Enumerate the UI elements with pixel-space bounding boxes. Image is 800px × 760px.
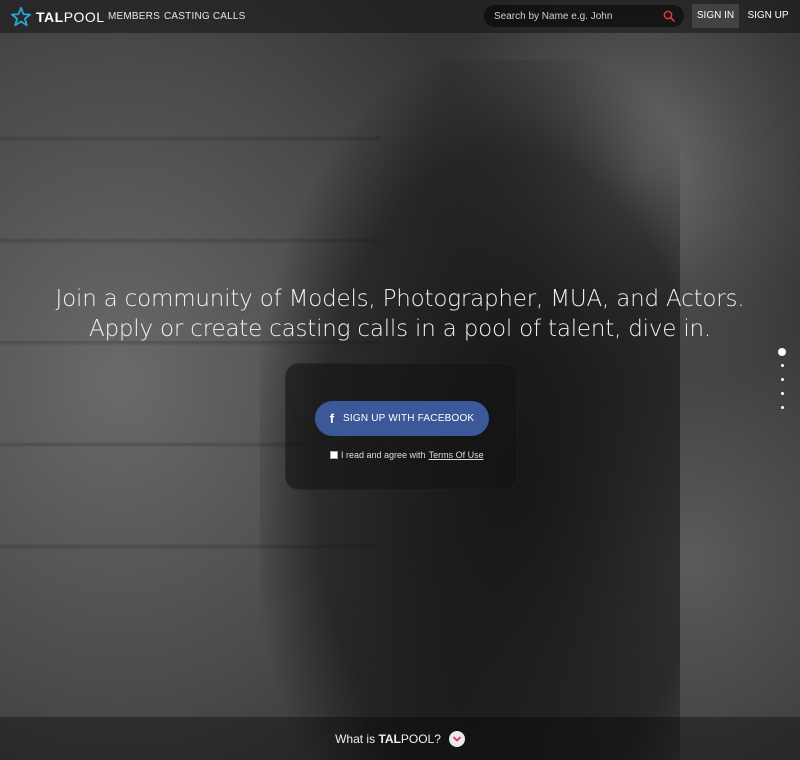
facebook-icon: f: [329, 411, 335, 426]
terms-checkbox[interactable]: [330, 451, 338, 459]
star-logo-icon: [10, 6, 32, 27]
what-is-brand-light: POOL: [400, 732, 435, 746]
logo-text: TALPOOL: [36, 9, 105, 25]
signup-panel: f SIGN UP WITH FACEBOOK I read and agree…: [285, 363, 518, 490]
slider-dot-3[interactable]: [780, 378, 784, 381]
terms-of-use-link[interactable]: Terms Of Use: [429, 450, 484, 460]
terms-agreement: I read and agree with Terms Of Use: [330, 450, 484, 460]
nav-members[interactable]: MEMBERS: [108, 11, 160, 22]
what-is-prefix: What is: [335, 732, 376, 746]
facebook-signup-label: SIGN UP WITH FACEBOOK: [343, 413, 475, 424]
hero-headline: Join a community of Models, Photographer…: [0, 284, 800, 344]
what-is-talpool-link[interactable]: What is TAL POOL?: [0, 731, 800, 747]
nav-casting-calls[interactable]: CASTING CALLS: [164, 11, 246, 22]
sign-in-button[interactable]: SIGN IN: [692, 4, 739, 28]
search-input[interactable]: [494, 5, 659, 27]
what-is-suffix: ?: [434, 732, 441, 746]
terms-text: I read and agree with: [341, 450, 426, 460]
slider-dots: [777, 348, 787, 420]
slider-dot-4[interactable]: [780, 392, 784, 395]
search-icon[interactable]: [663, 10, 675, 22]
search-box: [484, 5, 684, 27]
slider-dot-1[interactable]: [778, 348, 786, 356]
hero-headline-line-1: Join a community of Models, Photographer…: [55, 286, 745, 312]
chevron-down-icon[interactable]: [448, 731, 465, 747]
sign-up-button[interactable]: SIGN UP: [744, 4, 792, 28]
facebook-signup-button[interactable]: f SIGN UP WITH FACEBOOK: [315, 401, 489, 436]
slider-dot-2[interactable]: [780, 364, 784, 367]
logo[interactable]: TALPOOL: [10, 6, 105, 28]
slider-dot-5[interactable]: [780, 406, 784, 409]
hero-headline-line-2: Apply or create casting calls in a pool …: [88, 316, 712, 342]
top-navigation-bar: TALPOOL MEMBERS CASTING CALLS SIGN IN SI…: [0, 0, 800, 33]
what-is-brand-bold: TAL: [378, 732, 401, 746]
